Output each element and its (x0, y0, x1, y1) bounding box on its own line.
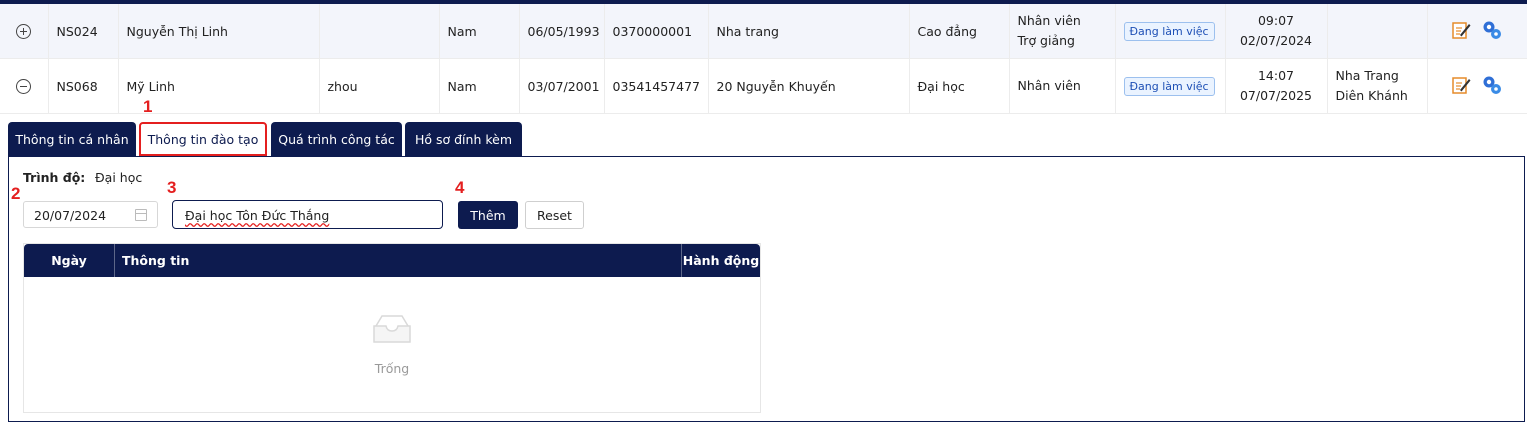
employee-education: Đại học (909, 58, 1010, 114)
employee-alias: zhou (319, 58, 440, 114)
level-value: Đại học (95, 170, 143, 185)
employee-table: NS024 Nguyễn Thị Linh Nam 06/05/1993 037… (0, 4, 1527, 114)
annotation-marker-4: 4 (455, 178, 465, 197)
annotation-marker-1: 1 (143, 97, 153, 116)
column-info: Thông tin (122, 253, 190, 268)
user-settings-icon[interactable] (1481, 19, 1503, 44)
employee-dob: 03/07/2001 (519, 58, 605, 114)
user-settings-icon[interactable] (1481, 74, 1503, 99)
date-value: 20/07/2024 (34, 208, 107, 223)
level-label: Trình độ: (23, 170, 86, 185)
reset-button[interactable]: Reset (525, 201, 584, 229)
edit-icon[interactable] (1451, 75, 1471, 98)
employee-code: NS024 (48, 4, 119, 59)
education-table: Ngày Thông tin Hành động Trống (23, 243, 761, 413)
add-button[interactable]: Thêm (458, 201, 518, 229)
employee-dob: 06/05/1993 (519, 4, 605, 59)
tab-education-info[interactable]: Thông tin đào tạo (139, 122, 267, 156)
employee-created-at: 09:07 02/07/2024 (1225, 4, 1328, 59)
employee-education: Cao đẳng (909, 4, 1010, 59)
column-actions: Hành động (682, 253, 760, 268)
annotation-marker-2: 2 (11, 184, 21, 203)
employee-gender: Nam (439, 58, 520, 114)
employee-phone: 0370000001 (604, 4, 709, 59)
employee-created-at: 14:07 07/07/2025 (1225, 58, 1328, 114)
education-info-input[interactable]: Đại học Tôn Đức Thắng (172, 200, 443, 229)
column-date: Ngày (51, 253, 87, 268)
employee-code: NS068 (48, 58, 119, 114)
employee-position: Nhân viên Trợ giảng (1009, 4, 1116, 59)
employee-name: Nguyễn Thị Linh (118, 4, 320, 59)
employee-alias (319, 4, 440, 59)
table-row[interactable]: NS068 Mỹ Linh zhou Nam 03/07/2001 035414… (0, 58, 1527, 114)
tab-personal-info[interactable]: Thông tin cá nhân (8, 122, 136, 156)
employee-address: 20 Nguyễn Khuyến (708, 58, 910, 114)
annotation-marker-3: 3 (167, 178, 177, 197)
status-badge: Đang làm việc (1123, 76, 1215, 96)
collapse-row-icon[interactable] (16, 79, 32, 94)
table-row[interactable]: NS024 Nguyễn Thị Linh Nam 06/05/1993 037… (0, 4, 1527, 59)
calendar-icon[interactable] (135, 209, 147, 221)
empty-text: Trống (374, 361, 410, 376)
education-info-value: Đại học Tôn Đức Thắng (185, 208, 330, 223)
employee-position: Nhân viên (1009, 58, 1116, 114)
employee-location (1327, 4, 1428, 59)
date-picker[interactable]: 20/07/2024 (23, 201, 158, 228)
status-badge: Đang làm việc (1123, 21, 1215, 41)
employee-location: Nha Trang Diên Khánh (1327, 58, 1428, 114)
empty-inbox-icon (370, 312, 414, 349)
tab-attachments[interactable]: Hồ sơ đính kèm (405, 122, 522, 156)
edit-icon[interactable] (1451, 20, 1471, 43)
tab-work-history[interactable]: Quá trình công tác (271, 122, 402, 156)
employee-gender: Nam (439, 4, 520, 59)
employee-address: Nha trang (708, 4, 910, 59)
education-table-header: Ngày Thông tin Hành động (24, 244, 760, 277)
employee-phone: 03541457477 (604, 58, 709, 114)
expand-row-icon[interactable] (16, 24, 32, 39)
